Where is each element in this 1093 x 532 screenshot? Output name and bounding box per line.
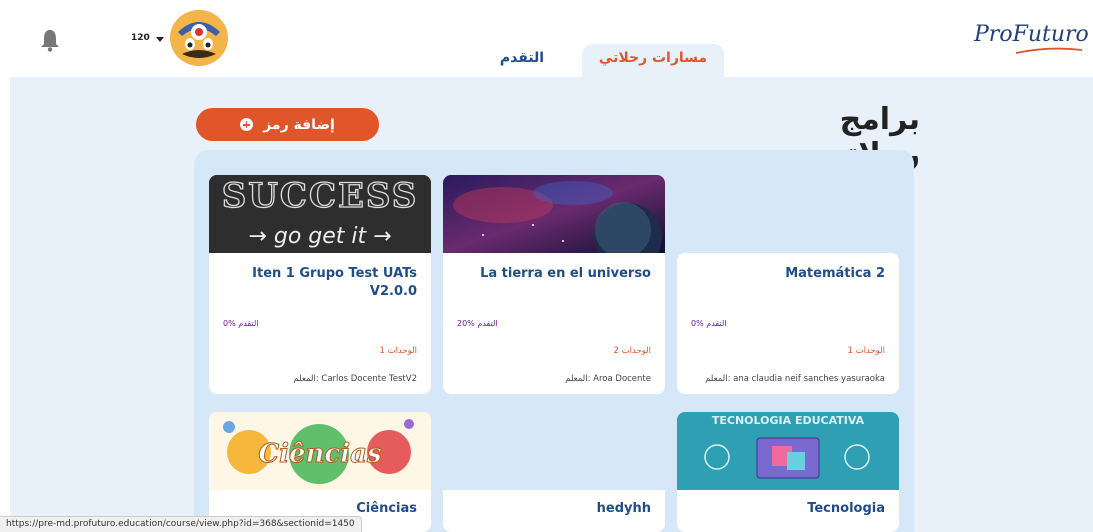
bell-icon[interactable] [39,28,61,52]
logo-swoosh-icon [1016,47,1082,54]
tab-progress[interactable]: التقدم [482,44,562,77]
svg-text:TECNOLOGIA EDUCATIVA: TECNOLOGIA EDUCATIVA [712,414,865,427]
course-units: 1 الوحدات [847,346,885,356]
svg-text:Ciências: Ciências [258,439,382,469]
profuturo-logo[interactable]: ProFuturo [974,22,1089,47]
course-units: 2 الوحدات [613,346,651,356]
points-count: 120 [131,33,150,43]
tab-my-paths[interactable]: مسارات رحلاتي [582,44,724,77]
course-image [443,412,665,490]
course-image: TECNOLOGIA EDUCATIVA [677,412,899,490]
course-card[interactable]: hedyhh [443,412,665,532]
course-card[interactable]: Ciências Ciências [209,412,431,532]
course-progress: 0% التقدم [691,319,727,328]
course-title[interactable]: Iten 1 Grupo Test UATs V2.0.0 [223,265,417,301]
top-bar: 120 ProFuturo التقدم مسارات رحلاتي [0,0,1093,77]
chevron-down-icon[interactable] [156,37,164,42]
course-progress: 0% التقدم [223,319,259,328]
course-card[interactable]: SUCCESS → go get it → Iten 1 Grupo Test … [209,175,431,394]
add-code-button[interactable]: إضافة رمز [196,108,379,141]
plus-icon [240,118,254,131]
course-teacher: المعلم: Carlos Docente TestV2 [293,374,417,384]
add-code-label: إضافة رمز [263,116,335,133]
course-image: Ciências [209,412,431,490]
course-card[interactable]: Matemática 2 0% التقدم 1 الوحدات المعلم:… [677,175,899,394]
course-title[interactable]: La tierra en el universo [457,265,651,283]
course-title[interactable]: Tecnologia [691,500,885,518]
course-card[interactable]: TECNOLOGIA EDUCATIVA Tecnologia [677,412,899,532]
course-title[interactable]: hedyhh [457,500,651,518]
course-units: 1 الوحدات [379,346,417,356]
course-title[interactable]: Matemática 2 [691,265,885,283]
svg-text:→ go get it →: → go get it → [248,224,391,249]
course-image [677,175,899,253]
avatar[interactable] [170,10,228,66]
course-image: SUCCESS → go get it → [209,175,431,253]
course-teacher: المعلم: ana claudia neif sanches yasurao… [705,374,885,384]
status-bar-url: https://pre-md.profuturo.education/cours… [0,516,362,532]
course-teacher: المعلم: Aroa Docente [565,374,651,384]
svg-text:SUCCESS: SUCCESS [222,176,419,216]
course-image [443,175,665,253]
course-progress: 20% التقدم [457,319,498,328]
course-card[interactable]: La tierra en el universo 20% التقدم 2 ال… [443,175,665,394]
